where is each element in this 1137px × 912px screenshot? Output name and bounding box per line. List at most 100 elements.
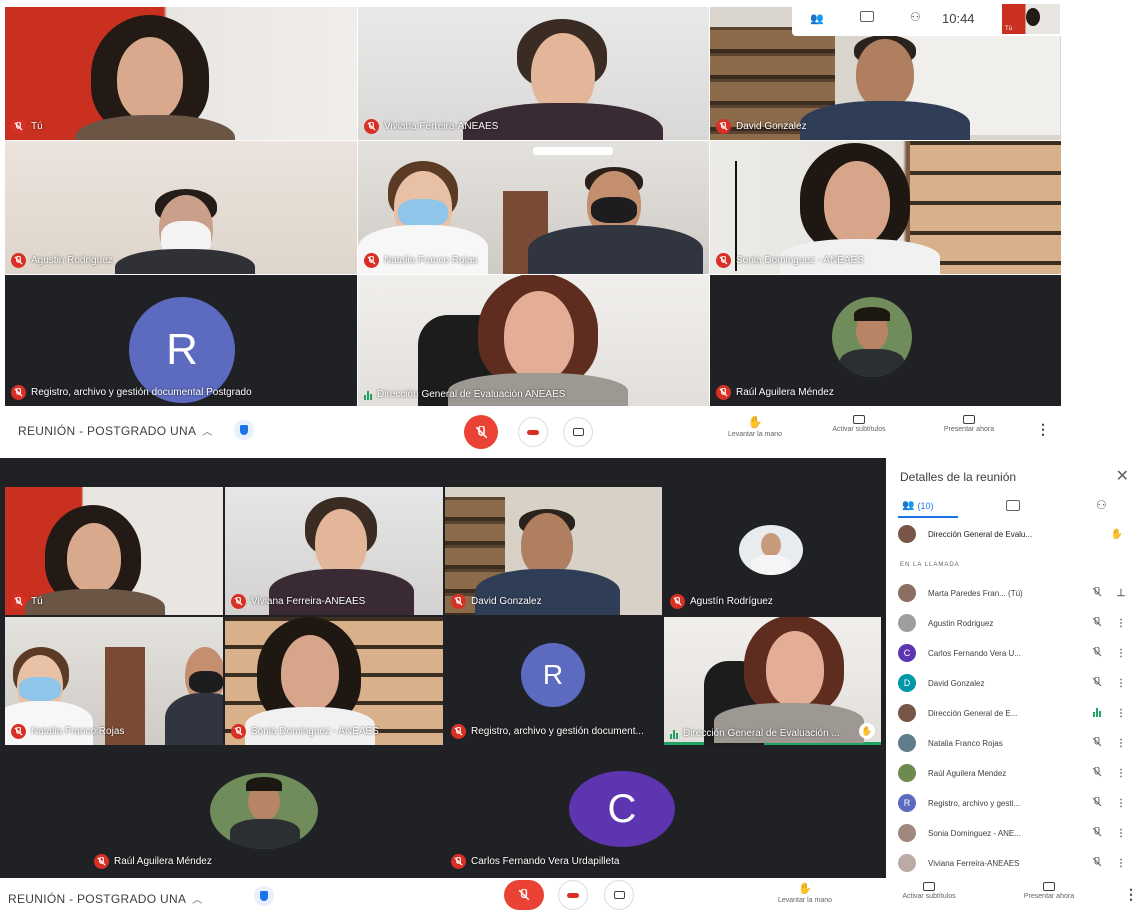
present-now-button[interactable]: Presentar ahora xyxy=(994,882,1104,900)
participant-name-tag: Tú xyxy=(11,119,43,134)
meeting-details-toggle[interactable]: REUNIÓN - POSTGRADO UNA ︿ xyxy=(8,891,203,907)
more-options-icon[interactable]: ⋮ xyxy=(1124,886,1137,903)
mic-off-icon xyxy=(11,724,26,739)
tab-chat[interactable] xyxy=(1006,500,1020,511)
more-options-icon[interactable]: ⋮ xyxy=(1116,738,1126,749)
avatar xyxy=(898,704,916,722)
participant-name: Carlos Fernando Vera Urdapilleta xyxy=(471,856,620,867)
leave-call-button[interactable] xyxy=(558,880,588,910)
clock-time: 10:44 xyxy=(942,11,975,26)
close-icon[interactable]: ✕ xyxy=(1116,466,1129,486)
video-tile-active-speaker[interactable]: Dirección General de Evaluación ... ✋ xyxy=(664,617,881,745)
camera-button[interactable] xyxy=(604,880,634,910)
video-tile[interactable]: Viviana Ferreira-ANEAES xyxy=(358,7,709,140)
participant-row[interactable]: Dirección General de E... ⋮ xyxy=(898,698,1126,728)
more-options-icon[interactable]: ⋮ xyxy=(1116,798,1126,809)
participant-name: Raúl Aguilera Mendez xyxy=(928,768,1007,778)
more-options-icon[interactable]: ⋮ xyxy=(1116,648,1126,659)
mic-off-icon xyxy=(231,594,246,609)
video-tile[interactable]: R Registro, archivo y gestión document..… xyxy=(445,617,662,745)
participant-row[interactable]: C Carlos Fernando Vera U... ⋮ xyxy=(898,638,1126,668)
more-options-icon[interactable]: ⋮ xyxy=(1116,618,1126,629)
speaking-indicator-icon xyxy=(1088,707,1106,719)
participant-name: Viviana Ferreira-ANEAES xyxy=(384,121,499,132)
captions-button[interactable]: Activar subtítulos xyxy=(874,882,984,900)
participant-name: Agustin Rodriguez xyxy=(928,618,994,628)
captions-icon xyxy=(853,415,865,424)
mic-off-icon xyxy=(11,253,26,268)
video-tile[interactable]: Agustín Rodríguez xyxy=(664,487,881,615)
video-tile-self[interactable]: Tú xyxy=(5,487,223,615)
chat-icon[interactable] xyxy=(860,11,874,22)
participant-name: Agustin Rodriguez xyxy=(31,255,113,266)
more-options-icon[interactable]: ⋮ xyxy=(1036,421,1050,438)
hand-icon[interactable]: ✋ xyxy=(1108,529,1126,540)
participant-row[interactable]: Marta Paredes Fran... (Tú) ⊥ xyxy=(898,578,1126,608)
present-now-button[interactable]: Presentar ahora xyxy=(914,415,1024,433)
participant-name-tag: Raúl Aguilera Méndez xyxy=(94,854,212,869)
in-call-section-label: EN LA LLAMADA xyxy=(900,562,960,568)
video-tile[interactable]: Raúl Aguilera Méndez xyxy=(710,275,1061,406)
more-options-icon[interactable]: ⋮ xyxy=(1116,858,1126,869)
participant-row[interactable]: Natalia Franco Rojas ⋮ xyxy=(898,728,1126,758)
mic-off-icon xyxy=(475,425,487,438)
speaking-indicator-icon xyxy=(670,729,678,739)
video-tile[interactable]: Sonia Dominguez - ANEAES xyxy=(710,141,1061,274)
participant-name-tag: Viviana Ferreira-ANEAES xyxy=(364,119,498,134)
participant-name-tag: Dirección General de Evaluación ANEAES xyxy=(364,389,565,400)
raise-hand-label: Levantar la mano xyxy=(777,897,833,904)
bottom-control-bar: REUNIÓN - POSTGRADO UNA ︿ ✋ Levantar la … xyxy=(0,878,1137,912)
raise-hand-button[interactable]: ✋ Levantar la mano xyxy=(750,882,860,904)
video-tile[interactable]: Viviana Ferreira-ANEAES xyxy=(225,487,443,615)
hand-raised-icon: ✋ xyxy=(859,723,875,739)
mic-off-icon xyxy=(670,594,685,609)
video-tile[interactable]: David Gonzalez xyxy=(445,487,662,615)
more-options-icon[interactable]: ⋮ xyxy=(1116,708,1126,719)
participant-name-tag: Agustín Rodríguez xyxy=(670,594,773,609)
video-tile[interactable]: Natalia Franco Rojas xyxy=(358,141,709,274)
pin-icon[interactable]: ⊥ xyxy=(1116,588,1126,599)
camera-button[interactable] xyxy=(563,417,593,447)
captions-button[interactable]: Activar subtítulos xyxy=(804,415,914,433)
participant-name: Dirección General de Evaluación ... xyxy=(683,728,840,739)
participant-row[interactable]: Sonia Dominguez - ANE... ⋮ xyxy=(898,818,1126,848)
participant-name: Raúl Aguilera Méndez xyxy=(114,856,212,867)
tab-activities[interactable]: ⚇ xyxy=(1096,498,1107,512)
more-options-icon[interactable]: ⋮ xyxy=(1116,678,1126,689)
participant-row[interactable]: Agustin Rodriguez ⋮ xyxy=(898,608,1126,638)
security-shield-icon[interactable] xyxy=(234,420,254,440)
participant-row[interactable]: D David Gonzalez ⋮ xyxy=(898,668,1126,698)
activities-icon[interactable]: ⚇ xyxy=(910,10,921,24)
participant-name: David Gonzalez xyxy=(928,678,985,688)
microphone-off-button[interactable] xyxy=(504,880,544,910)
participant-name-tag: Tú xyxy=(11,594,43,609)
participant-name: Agustín Rodríguez xyxy=(690,596,773,607)
security-shield-icon[interactable] xyxy=(254,886,274,906)
hand-raised-row[interactable]: Dirección General de Evalu... ✋ xyxy=(898,519,1126,549)
participant-row[interactable]: Raúl Aguilera Mendez ⋮ xyxy=(898,758,1126,788)
video-tile-active-speaker[interactable]: Dirección General de Evaluación ANEAES xyxy=(358,275,709,406)
participant-name: Natalia Franco Rojas xyxy=(928,738,1003,748)
video-tile[interactable]: C Carlos Fernando Vera Urdapilleta xyxy=(445,747,799,875)
tab-people[interactable]: 👥 (10) xyxy=(902,500,933,511)
meeting-details-toggle[interactable]: REUNIÓN - POSTGRADO UNA ︿ xyxy=(18,423,213,439)
video-tile-self[interactable]: Tú xyxy=(5,7,357,140)
raise-hand-button[interactable]: ✋ Levantar la mano xyxy=(700,415,810,438)
avatar xyxy=(898,764,916,782)
microphone-off-button[interactable] xyxy=(464,415,498,449)
video-tile[interactable]: R Registro, archivo y gestión documental… xyxy=(5,275,357,406)
avatar xyxy=(898,824,916,842)
leave-call-button[interactable] xyxy=(518,417,548,447)
self-view-thumbnail[interactable]: Tú xyxy=(1002,4,1060,34)
video-tile[interactable]: Agustin Rodriguez xyxy=(5,141,357,274)
participant-row[interactable]: R Registro, archivo y gesti... ⋮ xyxy=(898,788,1126,818)
more-options-icon[interactable]: ⋮ xyxy=(1116,768,1126,779)
people-icon[interactable]: 👥 xyxy=(810,12,824,25)
participant-name-tag: Dirección General de Evaluación ... xyxy=(670,728,840,739)
video-tile[interactable]: Raúl Aguilera Méndez xyxy=(88,747,438,875)
participant-avatar: C xyxy=(569,771,675,847)
video-tile[interactable]: Sonia Dominguez - ANEAES xyxy=(225,617,443,745)
more-options-icon[interactable]: ⋮ xyxy=(1116,828,1126,839)
video-tile[interactable]: Natalia Franco Rojas xyxy=(5,617,223,745)
participant-row[interactable]: Viviana Ferreira-ANEAES ⋮ xyxy=(898,848,1126,878)
